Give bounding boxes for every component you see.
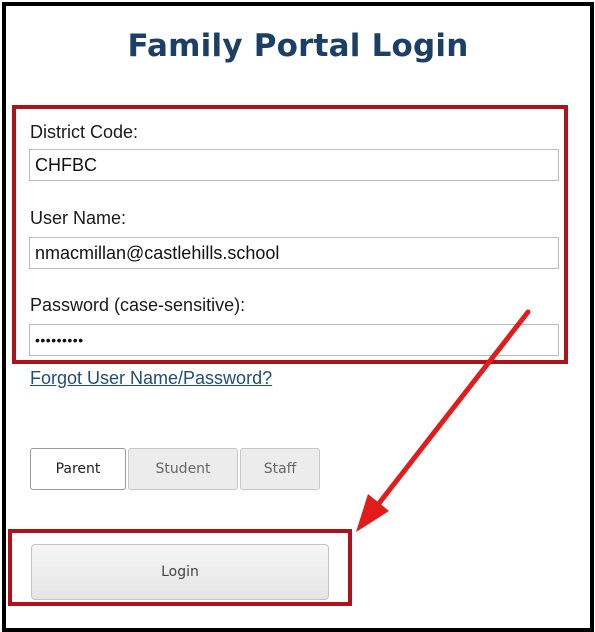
district-code-input[interactable] [29, 149, 559, 181]
login-button[interactable]: Login [31, 544, 329, 600]
password-label: Password (case-sensitive): [30, 295, 246, 315]
user-name-input[interactable] [29, 237, 559, 269]
login-panel: Family Portal Login District Code: User … [2, 2, 594, 632]
role-staff-button[interactable]: Staff [240, 448, 320, 490]
role-parent-button[interactable]: Parent [30, 448, 126, 490]
forgot-credentials-link[interactable]: Forgot User Name/Password? [30, 368, 272, 389]
role-student-button[interactable]: Student [128, 448, 238, 490]
page-title: Family Portal Login [127, 28, 469, 64]
password-input[interactable] [29, 324, 559, 356]
user-name-label: User Name: [30, 208, 127, 228]
district-code-label: District Code: [30, 122, 139, 142]
